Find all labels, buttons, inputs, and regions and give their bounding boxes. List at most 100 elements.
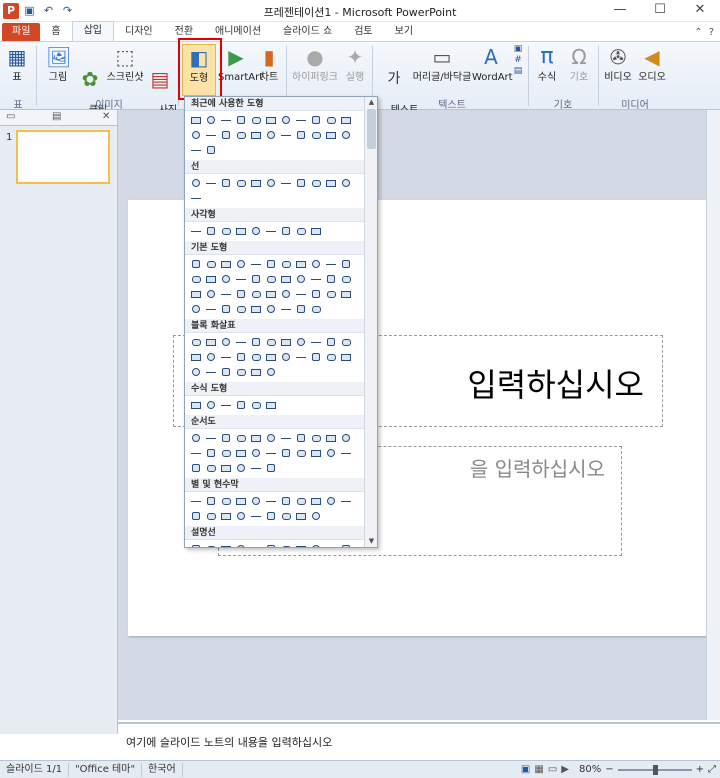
shape-item[interactable]	[250, 366, 262, 378]
shape-item[interactable]	[250, 114, 262, 126]
shape-item[interactable]	[190, 510, 202, 522]
shape-item[interactable]	[220, 543, 232, 547]
shape-item[interactable]	[220, 225, 232, 237]
shape-item[interactable]	[235, 432, 247, 444]
shape-item[interactable]	[235, 510, 247, 522]
shape-item[interactable]	[340, 129, 352, 141]
chart-button[interactable]: ▮ 차트	[256, 44, 282, 83]
shape-item[interactable]	[235, 399, 247, 411]
shape-item[interactable]	[220, 462, 232, 474]
shape-item[interactable]	[190, 432, 202, 444]
shape-item[interactable]	[205, 258, 217, 270]
shape-item[interactable]	[205, 447, 217, 459]
scroll-up-icon[interactable]: ▲	[367, 98, 376, 107]
shape-item[interactable]	[190, 273, 202, 285]
shape-item[interactable]	[190, 543, 202, 547]
shape-item[interactable]	[250, 303, 262, 315]
shape-item[interactable]	[190, 303, 202, 315]
shape-item[interactable]	[190, 447, 202, 459]
shape-item[interactable]	[265, 303, 277, 315]
shape-item[interactable]	[235, 114, 247, 126]
shape-item[interactable]	[220, 351, 232, 363]
shape-item[interactable]	[220, 432, 232, 444]
slides-tab-icon[interactable]: ▭	[6, 111, 15, 122]
shape-item[interactable]	[205, 351, 217, 363]
date-time-icon[interactable]: ▣	[511, 44, 525, 55]
shape-item[interactable]	[310, 225, 322, 237]
shape-item[interactable]	[310, 510, 322, 522]
shape-item[interactable]	[250, 462, 262, 474]
language[interactable]: 한국어	[142, 762, 183, 777]
slide-number-icon[interactable]: #	[511, 55, 525, 66]
shape-item[interactable]	[250, 399, 262, 411]
shape-item[interactable]	[340, 351, 352, 363]
close-pane-icon[interactable]: ✕	[102, 111, 110, 122]
shape-item[interactable]	[280, 114, 292, 126]
shape-item[interactable]	[280, 273, 292, 285]
shape-item[interactable]	[280, 129, 292, 141]
slide-thumbnail[interactable]	[16, 130, 110, 184]
shape-item[interactable]	[280, 288, 292, 300]
shape-item[interactable]	[340, 177, 352, 189]
shape-item[interactable]	[265, 495, 277, 507]
shape-item[interactable]	[340, 432, 352, 444]
notes-pane[interactable]: 여기에 슬라이드 노트의 내용을 입력하십시오	[118, 722, 720, 760]
shape-item[interactable]	[295, 495, 307, 507]
shape-item[interactable]	[235, 543, 247, 547]
shape-item[interactable]	[310, 447, 322, 459]
shape-item[interactable]	[310, 288, 322, 300]
reading-view-icon[interactable]: ▭	[548, 764, 557, 775]
shapes-gallery-scrollbar[interactable]: ▲ ▼	[364, 97, 377, 547]
shape-item[interactable]	[235, 129, 247, 141]
shape-item[interactable]	[325, 288, 337, 300]
shape-item[interactable]	[205, 177, 217, 189]
shape-item[interactable]	[325, 273, 337, 285]
shape-item[interactable]	[235, 366, 247, 378]
shape-item[interactable]	[295, 177, 307, 189]
shape-item[interactable]	[250, 129, 262, 141]
shape-item[interactable]	[265, 543, 277, 547]
shape-item[interactable]	[295, 432, 307, 444]
shape-item[interactable]	[205, 399, 217, 411]
shape-item[interactable]	[190, 258, 202, 270]
shape-item[interactable]	[220, 510, 232, 522]
help-icon[interactable]: ?	[709, 27, 714, 38]
shape-item[interactable]	[235, 351, 247, 363]
scroll-down-icon[interactable]: ▼	[367, 537, 376, 546]
tab-design[interactable]: 디자인	[114, 23, 164, 41]
shape-item[interactable]	[190, 288, 202, 300]
symbol-button[interactable]: Ω 기호	[564, 44, 594, 83]
shape-item[interactable]	[235, 288, 247, 300]
close-button[interactable]: ✕	[680, 0, 720, 22]
object-icon[interactable]: ▤	[511, 66, 525, 77]
fit-slide-icon[interactable]: ⤢	[708, 764, 716, 775]
shape-item[interactable]	[325, 432, 337, 444]
shape-item[interactable]	[310, 543, 322, 547]
shape-item[interactable]	[220, 303, 232, 315]
shape-item[interactable]	[295, 303, 307, 315]
picture-button[interactable]: 🖼 그림	[44, 44, 72, 83]
shape-item[interactable]	[310, 351, 322, 363]
shape-item[interactable]	[325, 177, 337, 189]
shape-item[interactable]	[250, 432, 262, 444]
shape-item[interactable]	[250, 177, 262, 189]
shape-item[interactable]	[310, 432, 322, 444]
hyperlink-button[interactable]: ● 하이퍼링크	[290, 44, 340, 83]
audio-button[interactable]: ◀ 오디오	[636, 44, 668, 83]
shape-item[interactable]	[310, 129, 322, 141]
shape-item[interactable]	[205, 303, 217, 315]
shape-item[interactable]	[205, 543, 217, 547]
shape-item[interactable]	[190, 177, 202, 189]
shape-item[interactable]	[190, 366, 202, 378]
shape-item[interactable]	[265, 336, 277, 348]
shape-item[interactable]	[310, 114, 322, 126]
screenshot-button[interactable]: ⬚ 스크린샷	[106, 44, 144, 83]
shape-item[interactable]	[190, 225, 202, 237]
shape-item[interactable]	[220, 288, 232, 300]
shape-item[interactable]	[325, 543, 337, 547]
shape-item[interactable]	[205, 366, 217, 378]
shape-item[interactable]	[280, 447, 292, 459]
shape-item[interactable]	[190, 495, 202, 507]
shape-item[interactable]	[325, 336, 337, 348]
shape-item[interactable]	[220, 114, 232, 126]
